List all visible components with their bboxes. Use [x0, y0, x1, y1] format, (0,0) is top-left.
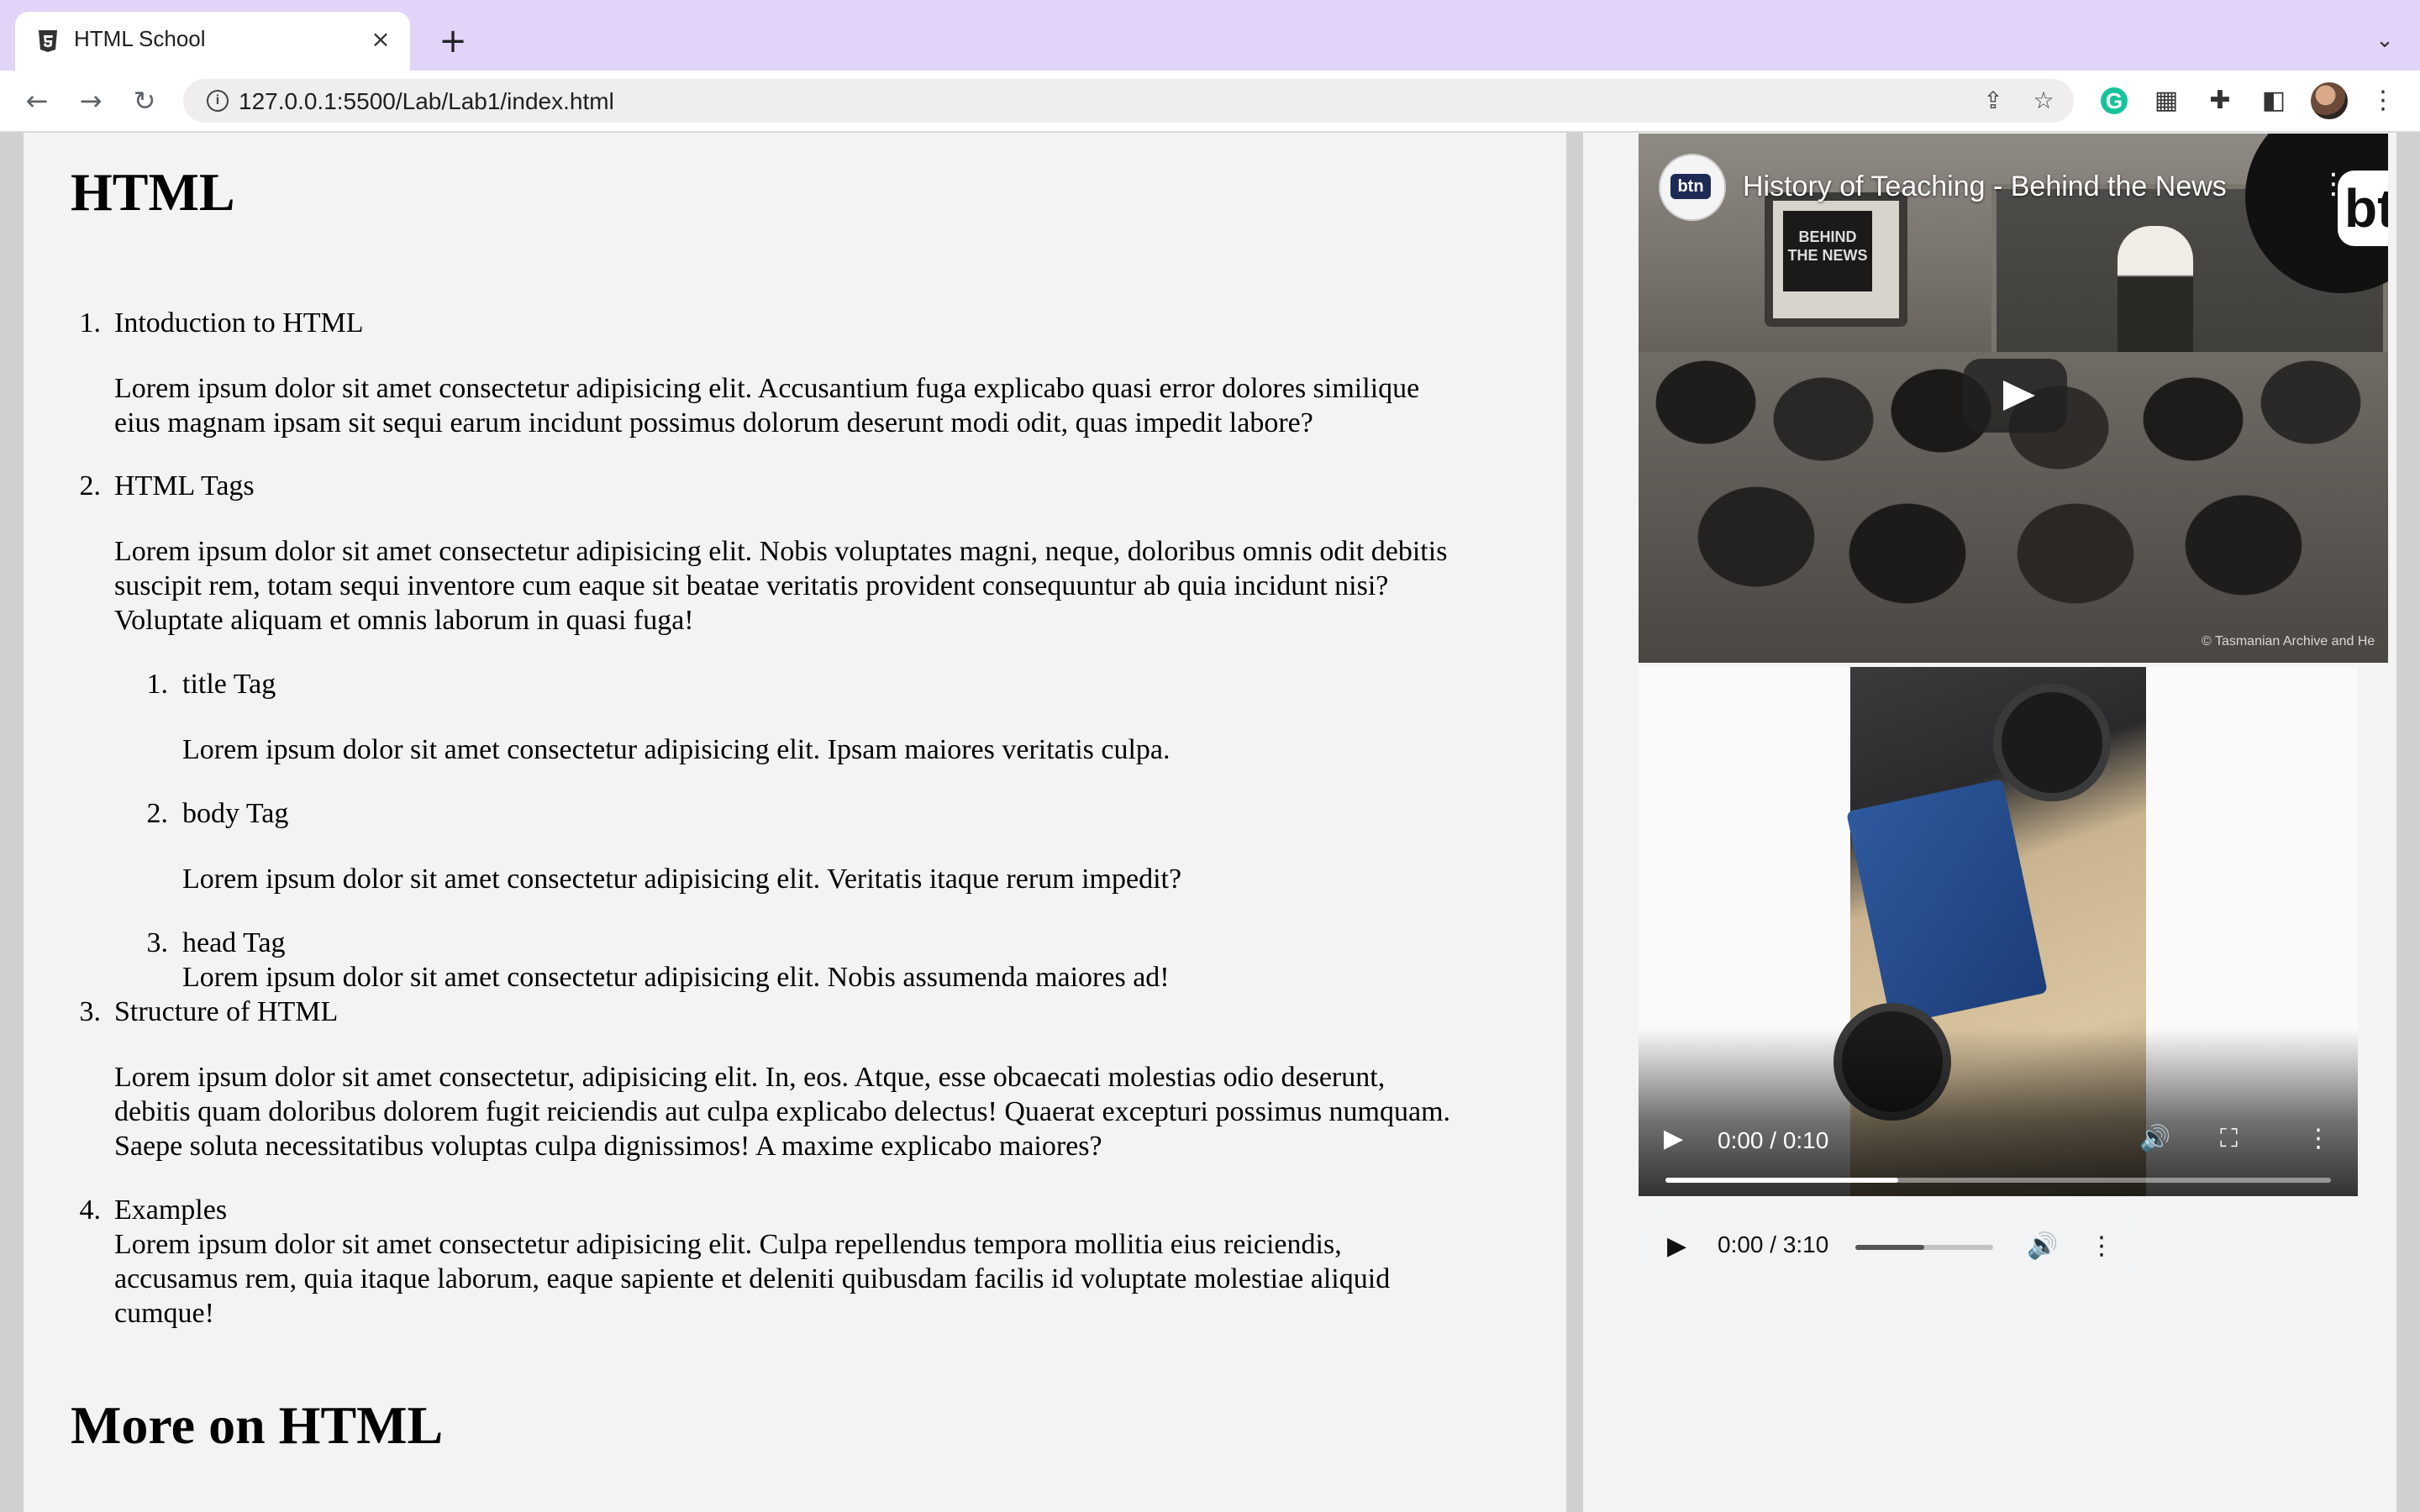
volume-icon[interactable]: 🔊 — [2139, 1122, 2170, 1156]
sublist-number: 2. — [146, 798, 169, 829]
controls-gradient — [1639, 1028, 2358, 1196]
play-icon[interactable]: ▶ — [1664, 1122, 1683, 1156]
sublist-item-text: Lorem ipsum dolor sit amet consectetur a… — [182, 962, 1170, 993]
sublist-item-text: Lorem ipsum dolor sit amet consectetur a… — [182, 864, 1182, 895]
sublist-item-text: Lorem ipsum dolor sit amet consectetur a… — [182, 734, 1171, 765]
list-number: 4. — [79, 1194, 102, 1226]
video-title[interactable]: History of Teaching - Behind the News — [1743, 171, 2227, 203]
sublist-item-title: body Tag — [182, 798, 289, 829]
list-item-title: HTML Tags — [114, 470, 255, 501]
puzzle-icon[interactable]: ✚ — [2203, 84, 2237, 118]
paragraph-line: Voluptate aliquam et omnis laborum in qu… — [114, 605, 694, 636]
share-icon[interactable]: ⇪ — [1978, 86, 2008, 116]
address-bar[interactable]: i 127.0.0.1:5500/Lab/Lab1/index.html ⇪ ☆ — [183, 79, 2074, 123]
sublist-item-title: title Tag — [182, 669, 276, 700]
back-icon[interactable]: ← — [18, 82, 55, 119]
video-player[interactable]: ▶ 0:00 / 0:10 🔊 ⛶ ⋮ — [1639, 667, 2358, 1196]
star-icon[interactable]: ☆ — [2028, 86, 2059, 116]
calendar-icon[interactable]: ▦ — [2149, 84, 2183, 118]
tv-image: BEHIND THE NEWS — [1765, 192, 1907, 327]
list-number: 1. — [79, 307, 102, 339]
paragraph-line: cumque! — [114, 1298, 214, 1329]
audio-time: 0:00 / 3:10 — [1718, 1231, 1829, 1257]
kebab-icon[interactable]: ⋮ — [2366, 84, 2400, 118]
paragraph-line: Lorem ipsum dolor sit amet consectetur a… — [114, 536, 1448, 567]
paragraph-line: suscipit rem, totam sequi inventore cum … — [114, 570, 1389, 601]
chevron-down-icon[interactable]: ⌄ — [2366, 22, 2403, 59]
fullscreen-icon[interactable]: ⛶ — [2220, 1122, 2238, 1156]
paragraph-line: debitis quam doloribus dolorem fugit rei… — [114, 1096, 1451, 1127]
wheel-image — [1993, 684, 2111, 801]
plus-icon[interactable]: + — [432, 20, 474, 62]
sublist-number: 3. — [146, 927, 169, 958]
html5-icon — [39, 30, 57, 52]
tab-title: HTML School — [74, 26, 206, 51]
list-number: 2. — [79, 470, 102, 501]
paragraph-line: accusamus rem, quia itaque laborum, eaqu… — [114, 1263, 1391, 1294]
reload-icon[interactable]: ↻ — [126, 82, 163, 119]
audio-player[interactable]: ▶ 0:00 / 3:10 🔊 ⋮ — [1639, 1201, 2143, 1292]
browser-toolbar: ← → ↻ i 127.0.0.1:5500/Lab/Lab1/index.ht… — [0, 71, 2420, 133]
image-credit: © Tasmanian Archive and He — [2202, 634, 2375, 648]
tv-screen-text: BEHIND THE NEWS — [1783, 211, 1872, 291]
list-item-title: Examples — [114, 1194, 228, 1226]
page-edge — [2396, 133, 2420, 1512]
list-item-title: Structure of HTML — [114, 996, 339, 1027]
audio-volume-fill — [1855, 1245, 1924, 1250]
browser-tab[interactable]: HTML School × — [15, 12, 410, 71]
play-button[interactable] — [1963, 359, 2067, 433]
grammarly-icon[interactable]: G — [2101, 87, 2128, 114]
paragraph-line: Saepe soluta necessitatibus voluptas cul… — [114, 1131, 1102, 1162]
tab-bar: HTML School × + ⌄ — [0, 0, 2420, 71]
paragraph-line: eius magnam ipsam sit sequi earum incidu… — [114, 407, 1313, 438]
audio-volume-slider[interactable] — [1855, 1245, 1993, 1250]
video-progress-bar[interactable] — [1665, 1178, 2331, 1183]
channel-logo-text: btn — [1670, 174, 1711, 199]
list-number: 3. — [79, 996, 102, 1027]
video-progress-fill — [1665, 1178, 1899, 1183]
sidepanel-icon[interactable]: ◧ — [2257, 84, 2291, 118]
paragraph-line: Lorem ipsum dolor sit amet consectetur a… — [114, 373, 1420, 404]
column-divider — [1566, 133, 1583, 1512]
paragraph-line: Lorem ipsum dolor sit amet consectetur, … — [114, 1062, 1386, 1093]
paragraph-line: Lorem ipsum dolor sit amet consectetur a… — [114, 1229, 1342, 1260]
page-viewport: HTML 1. Intoduction to HTML Lorem ipsum … — [0, 133, 2420, 1512]
youtube-embed[interactable]: BEHIND THE NEWS bt btn History of Teachi… — [1639, 134, 2388, 663]
close-icon[interactable]: × — [366, 25, 395, 54]
section-heading: More on HTML — [71, 1395, 444, 1455]
page-title: HTML — [71, 162, 235, 222]
channel-avatar[interactable]: btn — [1659, 154, 1726, 221]
avatar[interactable] — [2311, 82, 2348, 119]
info-icon[interactable]: i — [207, 90, 229, 112]
forward-icon[interactable]: → — [72, 82, 109, 119]
kebab-icon[interactable]: ⋮ — [2319, 167, 2348, 201]
sublist-number: 1. — [146, 669, 169, 700]
list-item-title: Intoduction to HTML — [114, 307, 364, 339]
sublist-item-title: head Tag — [182, 927, 286, 958]
kebab-icon[interactable]: ⋮ — [2089, 1230, 2114, 1263]
video-time: 0:00 / 0:10 — [1718, 1127, 1829, 1153]
volume-icon[interactable]: 🔊 — [2027, 1230, 2058, 1263]
play-icon[interactable]: ▶ — [1667, 1230, 1686, 1263]
circuit-board-image — [1846, 779, 2048, 1026]
kebab-icon[interactable]: ⋮ — [2306, 1122, 2331, 1156]
url-text[interactable]: 127.0.0.1:5500/Lab/Lab1/index.html — [239, 88, 614, 115]
play-icon — [2003, 381, 2035, 411]
main-content: HTML 1. Intoduction to HTML Lorem ipsum … — [24, 133, 1566, 1512]
